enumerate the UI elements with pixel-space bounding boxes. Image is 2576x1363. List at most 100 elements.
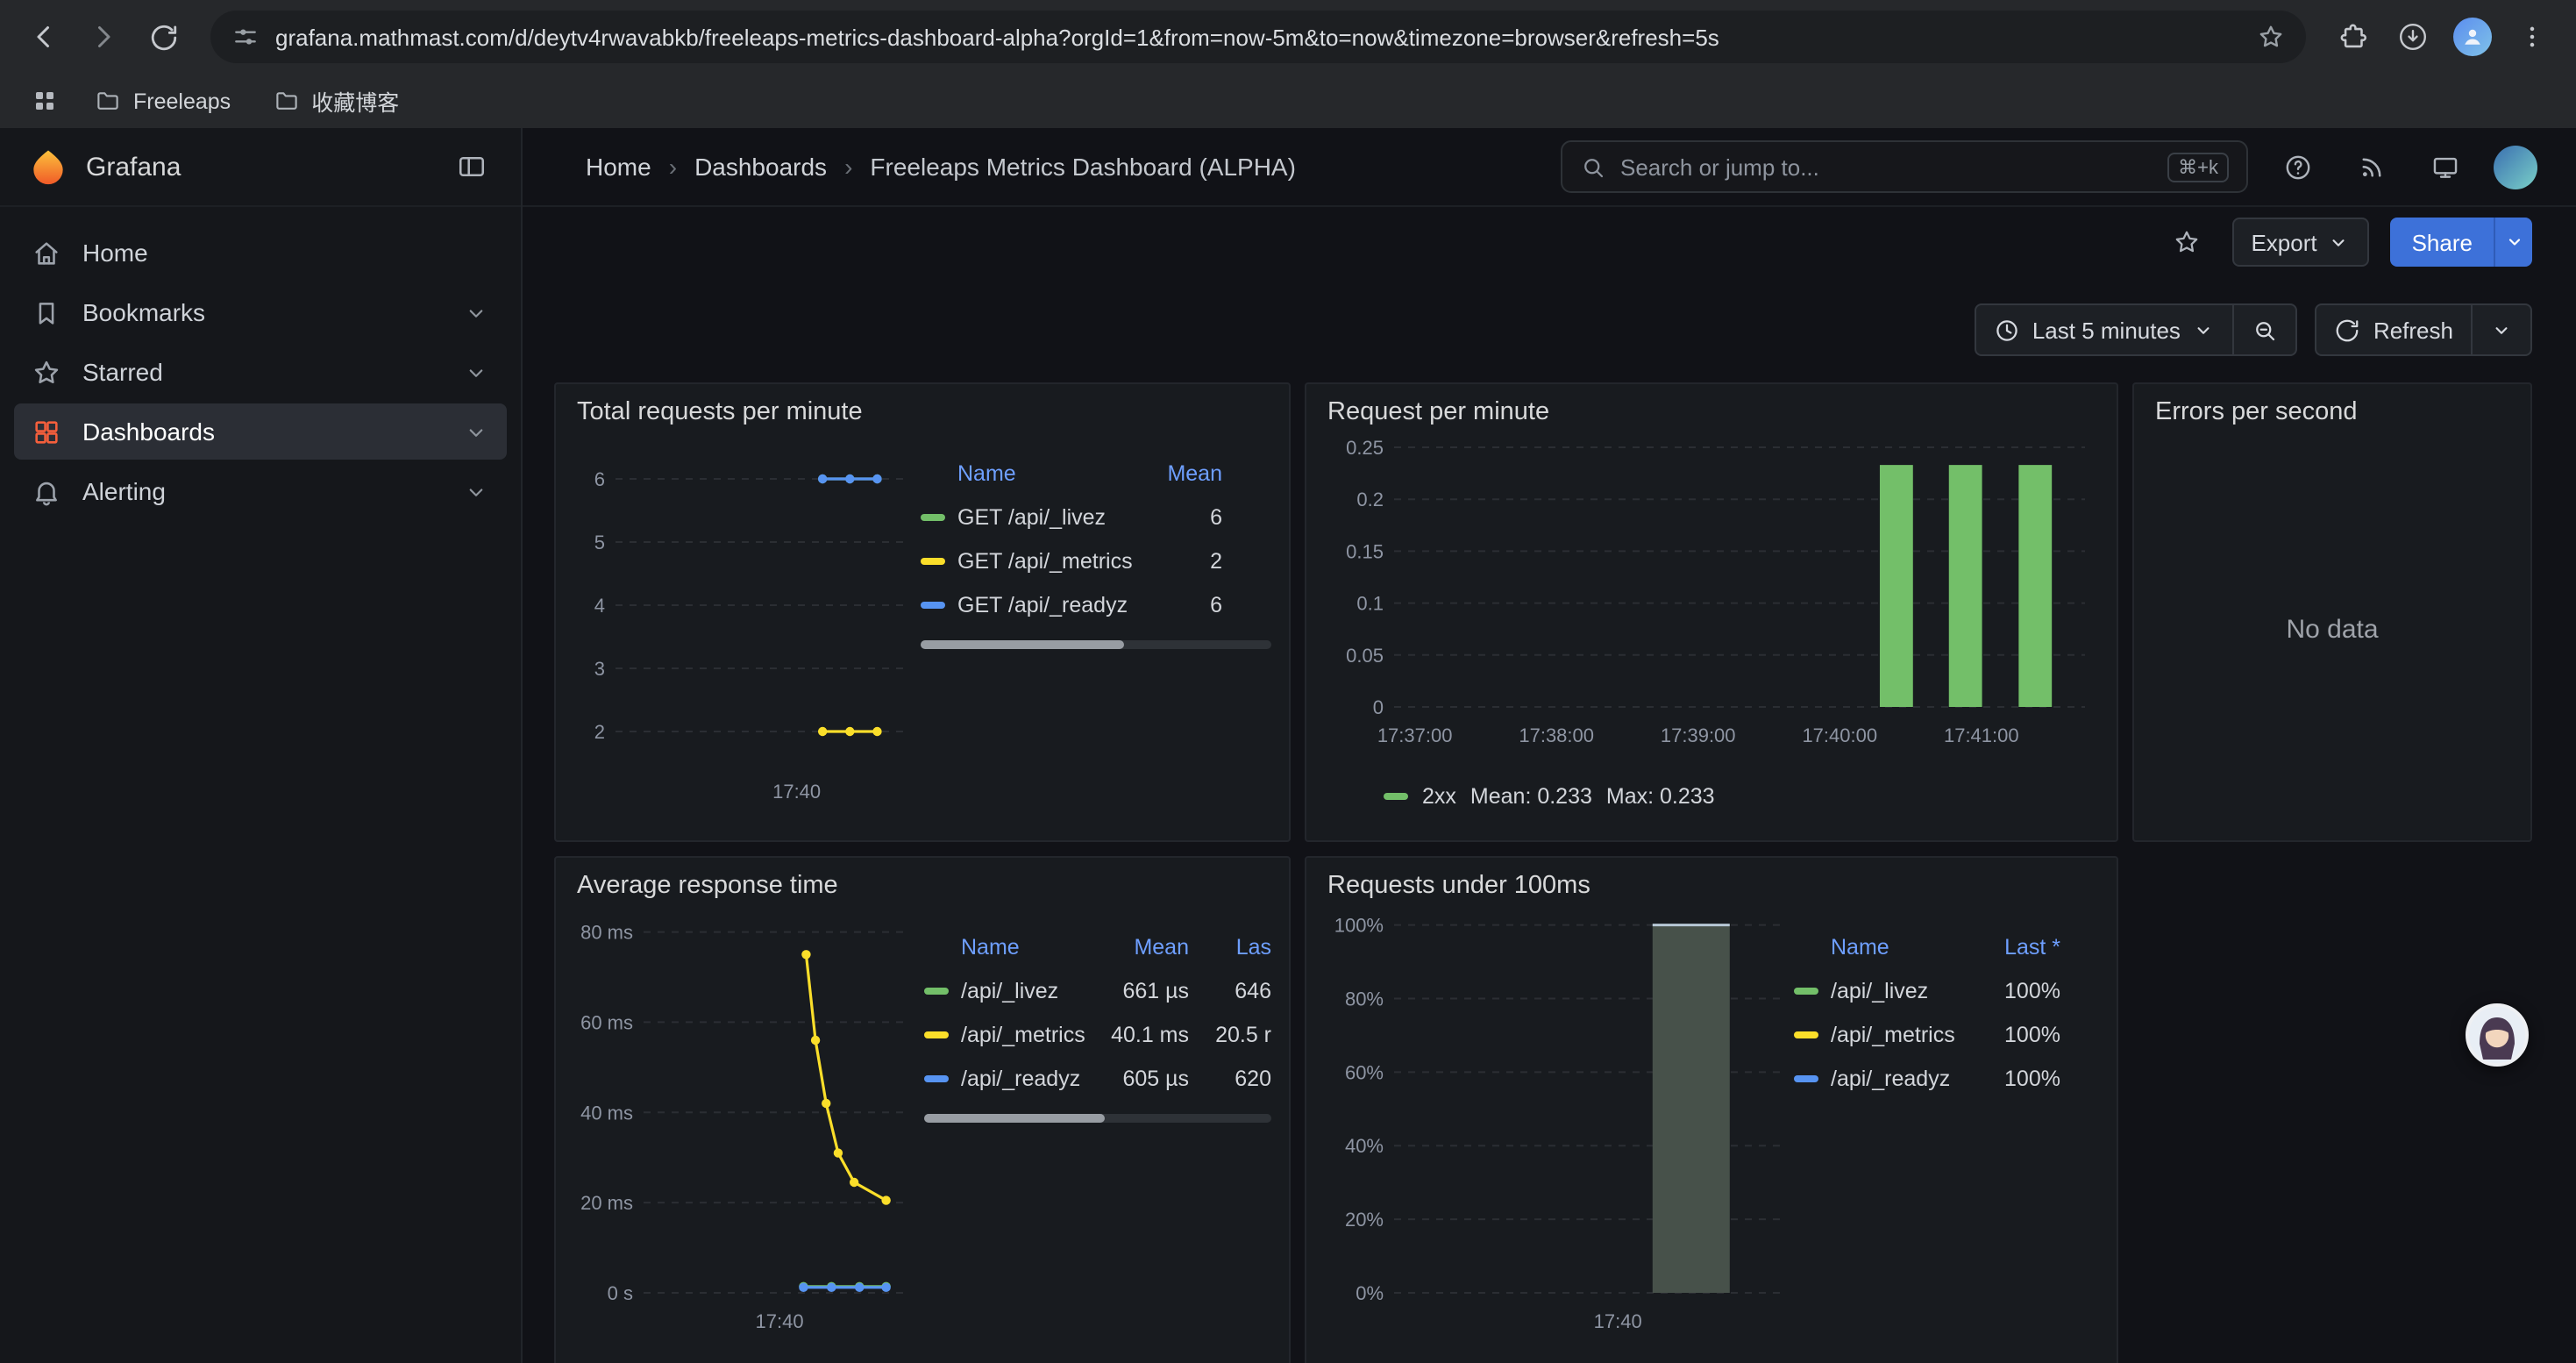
- chevron-down-icon[interactable]: [463, 359, 489, 385]
- favorite-dashboard-button[interactable]: [2161, 218, 2210, 267]
- legend-header-last[interactable]: Las: [1201, 934, 1271, 959]
- share-menu-button[interactable]: [2494, 218, 2532, 267]
- extensions-button[interactable]: [2327, 11, 2380, 63]
- series-name[interactable]: /api/_readyz: [961, 1066, 1085, 1090]
- legend-header-name[interactable]: Name: [921, 460, 1140, 485]
- series-mean: Mean: 0.233: [1470, 784, 1592, 809]
- time-range-label: Last 5 minutes: [2032, 317, 2181, 343]
- series-name[interactable]: 2xx: [1422, 784, 1456, 809]
- chevron-down-icon[interactable]: [463, 299, 489, 325]
- series-name[interactable]: GET /api/_livez: [957, 504, 1140, 529]
- brand-title: Grafana: [86, 152, 430, 182]
- series-max: Max: 0.233: [1606, 784, 1715, 809]
- panel-title[interactable]: Total requests per minute: [573, 395, 1271, 426]
- forward-button[interactable]: [77, 11, 130, 63]
- downloads-button[interactable]: [2387, 11, 2439, 63]
- breadcrumb-dashboards[interactable]: Dashboards: [694, 153, 827, 181]
- chevron-down-icon: [2503, 232, 2524, 253]
- folder-icon: [273, 88, 299, 114]
- svg-text:17:40: 17:40: [772, 781, 821, 803]
- panel-requests-under-100ms: Requests under 100ms 100%80%60%40%20%0%1…: [1305, 856, 2118, 1363]
- sidebar-item-bookmarks[interactable]: Bookmarks: [14, 284, 507, 340]
- svg-text:0 s: 0 s: [608, 1282, 633, 1304]
- monitor-icon: [2430, 152, 2459, 182]
- site-info-icon[interactable]: [231, 23, 260, 51]
- search-input[interactable]: Search or jump to... ⌘+k: [1561, 140, 2248, 193]
- share-split-button: Share: [2391, 218, 2532, 267]
- panel-request-per-minute: Request per minute 0.250.20.150.10.05017…: [1305, 382, 2118, 842]
- legend-header-mean[interactable]: Mean: [1152, 460, 1222, 485]
- series-last: 100%: [1976, 1066, 2060, 1090]
- zoom-out-button[interactable]: [2233, 305, 2296, 354]
- scrollbar-thumb[interactable]: [921, 640, 1124, 649]
- breadcrumb: Home › Dashboards › Freeleaps Metrics Da…: [586, 153, 1296, 181]
- back-button[interactable]: [18, 11, 70, 63]
- series-swatch: [921, 557, 945, 564]
- series-swatch: [1384, 793, 1408, 800]
- svg-text:17:40:00: 17:40:00: [1802, 724, 1877, 746]
- assistant-widget-avatar[interactable]: [2466, 1003, 2529, 1067]
- sidebar-item-dashboards[interactable]: Dashboards: [14, 403, 507, 460]
- share-button[interactable]: Share: [2391, 218, 2494, 267]
- svg-text:100%: 100%: [1334, 915, 1384, 937]
- series-last: 20.5 r: [1201, 1022, 1271, 1046]
- series-last: 100%: [1976, 978, 2060, 1003]
- panel-title[interactable]: Requests under 100ms: [1324, 868, 2099, 900]
- time-range-button[interactable]: Last 5 minutes: [1976, 305, 2233, 354]
- legend-row: /api/_readyz 100%: [1794, 1056, 2099, 1100]
- user-avatar[interactable]: [2494, 145, 2537, 189]
- legend-header-last[interactable]: Last *: [1976, 934, 2060, 959]
- panel-title[interactable]: Errors per second: [2152, 395, 2513, 426]
- export-button[interactable]: Export: [2231, 218, 2369, 267]
- grafana-logo[interactable]: [28, 146, 68, 187]
- svg-text:17:41:00: 17:41:00: [1944, 724, 2019, 746]
- bookmark-folder-blog[interactable]: 收藏博客: [259, 79, 413, 123]
- sidebar: Grafana Home Bookmarks Starred: [0, 128, 523, 1363]
- breadcrumb-home[interactable]: Home: [586, 153, 651, 181]
- chevron-down-icon[interactable]: [463, 478, 489, 504]
- display-button[interactable]: [2420, 142, 2469, 191]
- svg-text:5: 5: [594, 532, 605, 553]
- bookmark-star-icon[interactable]: [2257, 23, 2285, 51]
- series-mean: 40.1 ms: [1098, 1022, 1189, 1046]
- browser-profile-button[interactable]: [2446, 11, 2499, 63]
- sidebar-item-alerting[interactable]: Alerting: [14, 463, 507, 519]
- sidebar-item-starred[interactable]: Starred: [14, 344, 507, 400]
- top-navigation: Home › Dashboards › Freeleaps Metrics Da…: [523, 128, 2576, 207]
- reload-button[interactable]: [137, 11, 189, 63]
- breadcrumb-separator: ›: [844, 153, 852, 181]
- apps-grid-button[interactable]: [21, 78, 67, 124]
- chevron-down-icon[interactable]: [463, 418, 489, 445]
- refresh-button[interactable]: Refresh: [2317, 305, 2471, 354]
- series-name[interactable]: GET /api/_metrics: [957, 548, 1140, 573]
- help-button[interactable]: [2273, 142, 2322, 191]
- panel-title[interactable]: Request per minute: [1324, 395, 2099, 426]
- browser-toolbar: grafana.mathmast.com/d/deytv4rwavabkb/fr…: [0, 0, 2576, 74]
- legend-scrollbar[interactable]: [921, 640, 1271, 649]
- series-name[interactable]: /api/_readyz: [1831, 1066, 1964, 1090]
- sidebar-toggle-button[interactable]: [447, 142, 496, 191]
- svg-text:40%: 40%: [1345, 1135, 1384, 1157]
- reload-icon: [148, 22, 178, 52]
- bookmark-folder-freeleaps[interactable]: Freeleaps: [81, 82, 245, 119]
- scrollbar-thumb[interactable]: [924, 1114, 1105, 1123]
- legend-header-name[interactable]: Name: [924, 934, 1085, 959]
- browser-menu-button[interactable]: [2506, 11, 2558, 63]
- legend-header-name[interactable]: Name: [1794, 934, 1964, 959]
- series-name[interactable]: /api/_livez: [1831, 978, 1964, 1003]
- sidebar-item-home[interactable]: Home: [14, 225, 507, 281]
- news-button[interactable]: [2346, 142, 2395, 191]
- legend-header-mean[interactable]: Mean: [1098, 934, 1189, 959]
- series-swatch: [924, 1031, 949, 1038]
- series-name[interactable]: /api/_metrics: [961, 1022, 1085, 1046]
- series-name[interactable]: /api/_metrics: [1831, 1022, 1964, 1046]
- refresh-interval-button[interactable]: [2471, 305, 2530, 354]
- series-swatch: [1794, 1031, 1818, 1038]
- url-bar[interactable]: grafana.mathmast.com/d/deytv4rwavabkb/fr…: [210, 11, 2306, 63]
- panel-title[interactable]: Average response time: [573, 868, 1271, 900]
- series-name[interactable]: GET /api/_readyz: [957, 592, 1140, 617]
- series-name[interactable]: /api/_livez: [961, 978, 1085, 1003]
- kebab-menu-icon: [2518, 23, 2546, 51]
- legend-scrollbar[interactable]: [924, 1114, 1271, 1123]
- svg-text:17:39:00: 17:39:00: [1661, 724, 1736, 746]
